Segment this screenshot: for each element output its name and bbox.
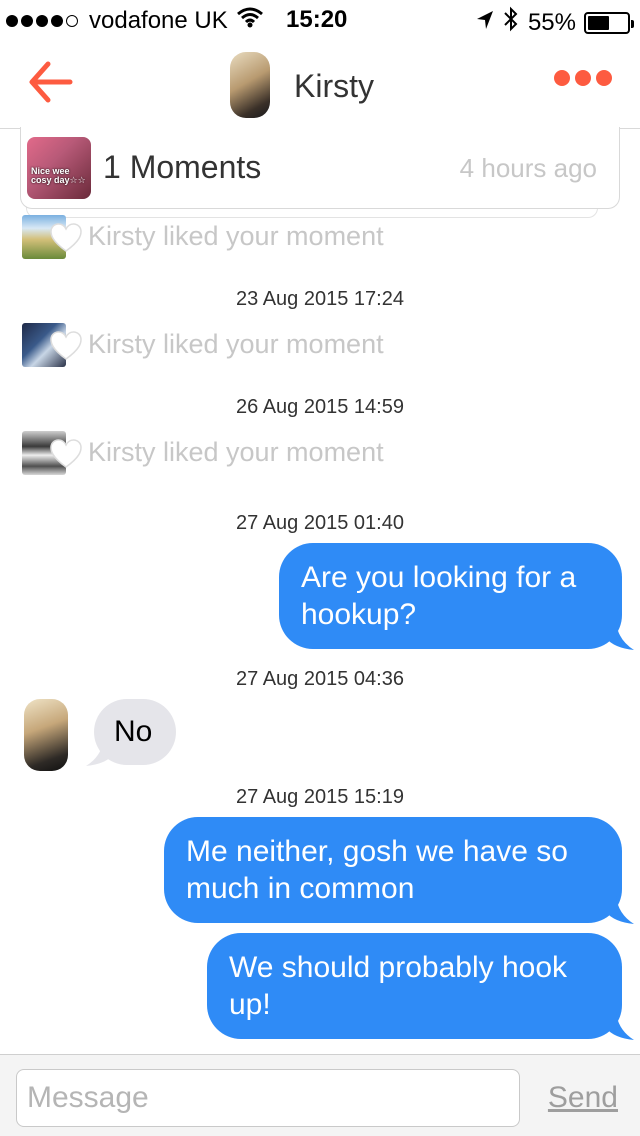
heart-icon [50,223,82,252]
signal-dots-icon [6,14,81,27]
avatar[interactable] [24,699,68,771]
more-dots-icon[interactable] [554,70,612,86]
timestamp: 27 Aug 2015 04:36 [236,668,404,690]
carrier-name: vodafone UK [89,6,228,34]
message-bubble-outgoing[interactable]: Me neither, gosh we have so much in comm… [164,817,622,923]
bubble-tail [606,622,634,650]
clock: 15:20 [286,6,348,33]
wifi-icon [236,6,264,35]
bubble-tail [606,1012,634,1040]
heart-icon [50,439,82,468]
message-bubble-outgoing[interactable]: Are you looking for a hookup? [279,543,622,649]
moment-thumb-caption: Nice wee cosy day☆☆ [31,166,86,185]
moments-label: 1 Moments [103,149,262,185]
status-right: 55% [476,6,634,39]
location-arrow-icon [476,9,494,37]
battery-fill [588,15,609,30]
heart-icon [50,331,82,360]
back-arrow-icon [29,61,73,103]
message-input[interactable] [16,1069,520,1127]
avatar[interactable] [230,52,270,118]
timestamp: 23 Aug 2015 17:24 [236,288,404,310]
bluetooth-icon [504,6,518,39]
send-button[interactable]: Send [548,1081,618,1115]
message-bubble-outgoing[interactable]: We should probably hook up! [207,933,622,1039]
activity-row: Kirsty liked your moment [22,215,442,261]
message-composer: Send [0,1054,640,1136]
bubble-tail [606,896,634,924]
battery-icon [584,11,634,34]
moments-time: 4 hours ago [459,153,597,183]
page-title[interactable]: Kirsty [294,68,374,105]
bubble-tail [86,738,114,766]
timestamp: 27 Aug 2015 15:19 [236,786,404,808]
activity-label: Kirsty liked your moment [88,437,384,467]
timestamp: 27 Aug 2015 01:40 [236,512,404,534]
status-bar: vodafone UK 15:20 55% [0,0,640,40]
activity-label: Kirsty liked your moment [88,221,384,251]
activity-row: Kirsty liked your moment [22,431,442,477]
moments-card[interactable]: Nice wee cosy day☆☆ 1 Moments 4 hours ag… [20,127,620,209]
activity-row: Kirsty liked your moment [22,323,442,369]
status-left: vodafone UK [6,6,264,35]
activity-label: Kirsty liked your moment [88,329,384,359]
moment-thumbnail: Nice wee cosy day☆☆ [27,137,91,199]
back-button[interactable] [24,54,84,110]
nav-bar: Kirsty [0,40,640,129]
timestamp: 26 Aug 2015 14:59 [236,396,404,418]
battery-percent: 55% [527,8,576,36]
